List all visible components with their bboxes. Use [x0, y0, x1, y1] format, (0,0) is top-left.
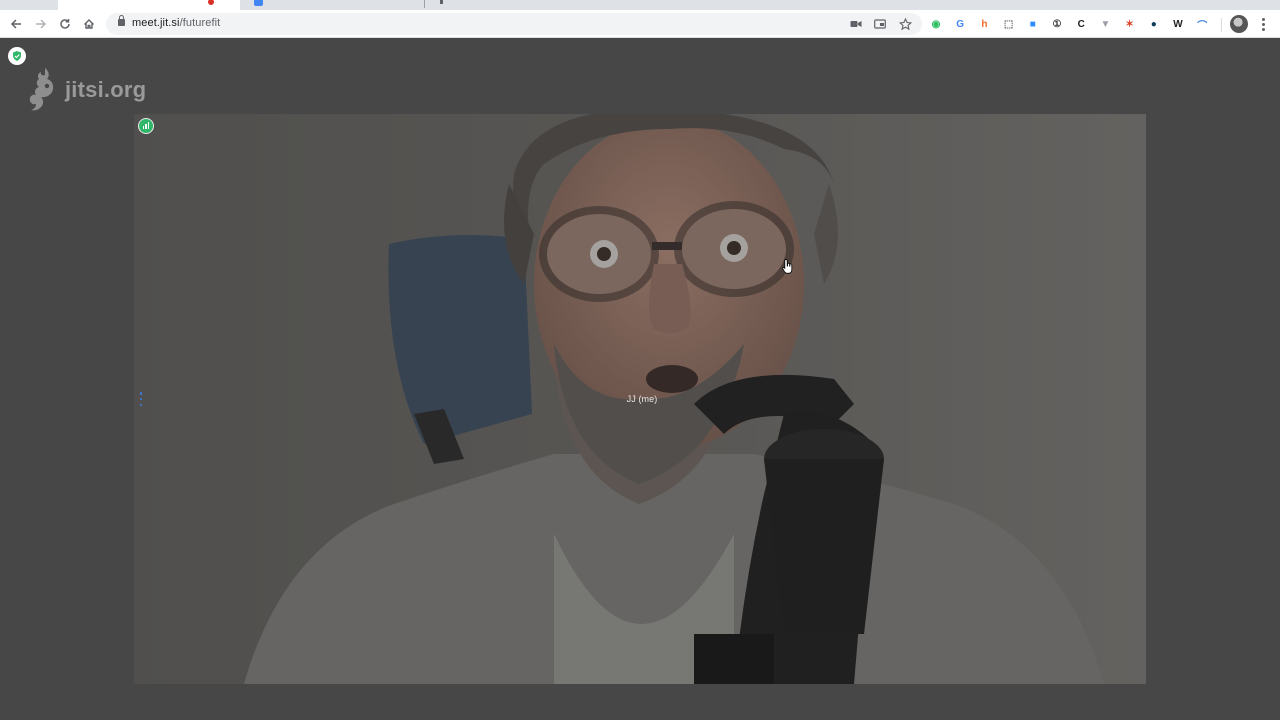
lock-icon: [118, 15, 125, 26]
connection-indicator-icon[interactable]: [138, 118, 154, 134]
dark-circle-icon[interactable]: ●: [1146, 16, 1162, 32]
translate-icon[interactable]: G: [952, 16, 968, 32]
participant-menu-button[interactable]: [139, 392, 143, 406]
camera-in-use-icon[interactable]: [848, 16, 864, 32]
tab-divider: [424, 0, 425, 8]
browser-toolbar: meet.jit.si/futurefit ◉ Gh ⬚ ■ ① C ▼ ✶ ● W ⌒: [0, 10, 1280, 38]
feather-icon[interactable]: ⌒: [1194, 16, 1210, 32]
toolbar-divider: [1221, 18, 1222, 32]
back-arrow-icon: [10, 19, 21, 29]
security-shield-icon[interactable]: [8, 47, 26, 65]
recording-dot-icon: [208, 0, 214, 5]
hand-cursor-icon: [782, 259, 793, 274]
jitsi-watermark[interactable]: jitsi.org: [27, 66, 146, 114]
meeting-page: jitsi.org JJ (me): [0, 39, 1280, 720]
bookmark-star-icon[interactable]: [897, 16, 913, 32]
screenshot-icon[interactable]: ⬚: [1001, 16, 1017, 32]
profile-avatar[interactable]: [1230, 15, 1248, 33]
doc-favicon-icon: [254, 0, 263, 6]
shield-ext-icon[interactable]: ▼: [1097, 16, 1113, 32]
puzzle-red-icon[interactable]: ✶: [1122, 16, 1138, 32]
large-video[interactable]: JJ (me): [134, 114, 1146, 684]
reload-button[interactable]: [55, 14, 75, 34]
url-host: meet.jit.si: [132, 17, 180, 29]
back-button[interactable]: [6, 14, 26, 34]
tab-inactive[interactable]: [248, 0, 426, 10]
reload-icon: [60, 19, 70, 29]
address-bar[interactable]: meet.jit.si/futurefit: [106, 13, 922, 35]
forward-button[interactable]: [31, 14, 51, 34]
jitsi-logo-icon: [29, 68, 54, 111]
tab-active[interactable]: [58, 0, 240, 10]
forward-arrow-icon: [36, 19, 47, 29]
wikipedia-icon[interactable]: W: [1170, 16, 1186, 32]
participant-name-label: JJ (me): [626, 394, 658, 404]
url-text: meet.jit.si/futurefit: [132, 17, 220, 29]
evernote-icon[interactable]: ◉: [928, 16, 944, 32]
zoom-icon[interactable]: ■: [1025, 16, 1041, 32]
screencast-icon[interactable]: C: [1073, 16, 1089, 32]
honey-icon[interactable]: h: [976, 16, 992, 32]
home-button[interactable]: [79, 14, 99, 34]
browser-menu-button[interactable]: [1256, 15, 1270, 33]
cast-icon[interactable]: [872, 16, 888, 32]
home-icon: [84, 19, 94, 29]
onepassword-icon[interactable]: ①: [1049, 16, 1065, 32]
url-path: /futurefit: [179, 17, 221, 29]
tab-strip: [0, 0, 1280, 10]
tab-divider: [440, 0, 443, 4]
watermark-text: jitsi.org: [65, 77, 147, 102]
